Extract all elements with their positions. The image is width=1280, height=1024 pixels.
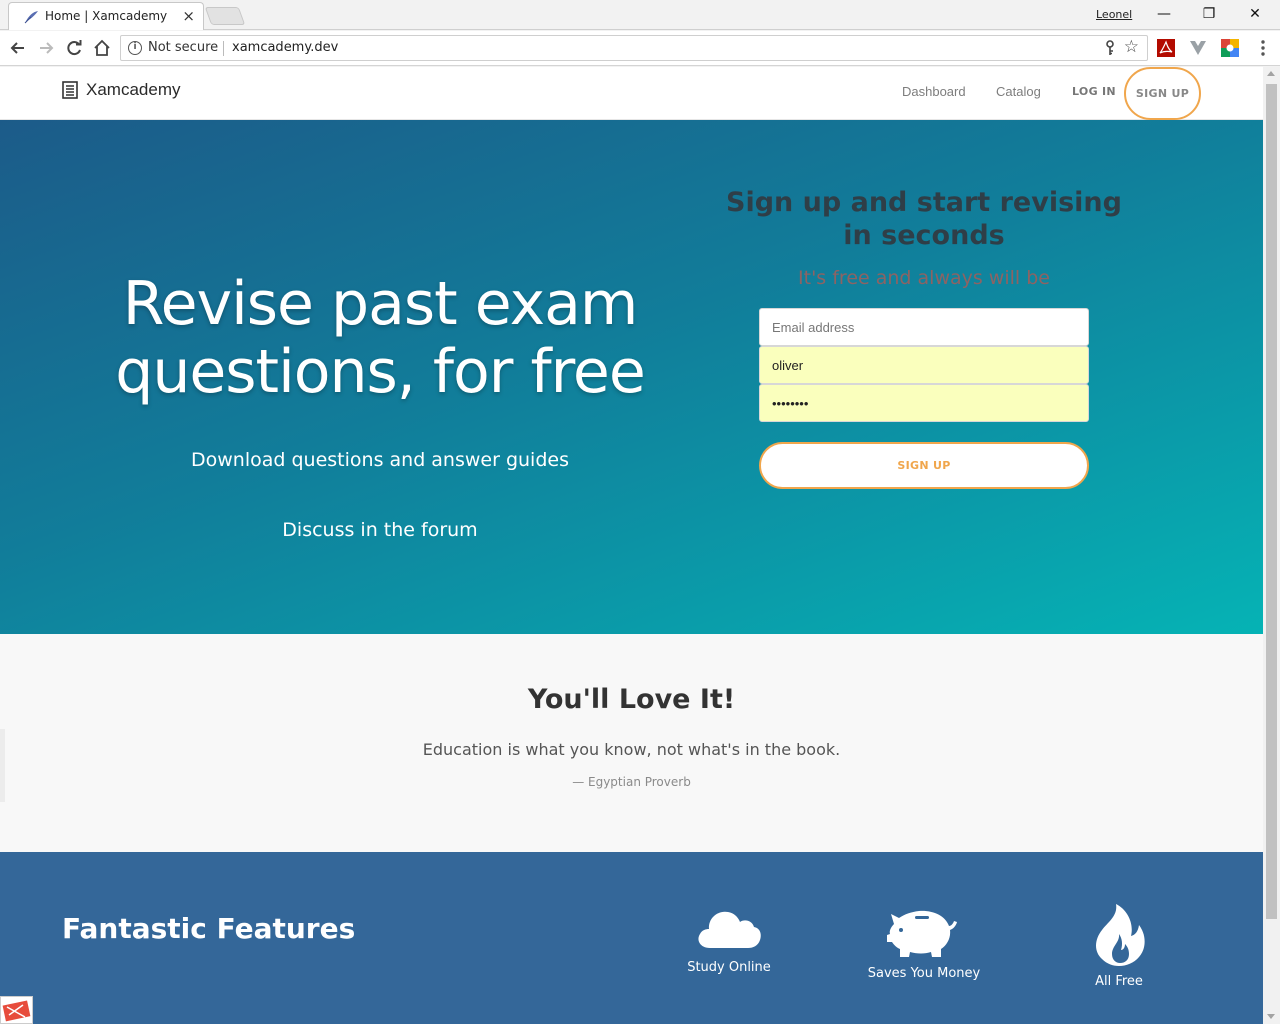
new-tab-button[interactable] [204, 7, 246, 25]
browser-menu-icon[interactable] [1256, 38, 1270, 58]
vue-devtools-extension-icon[interactable] [1189, 39, 1207, 57]
book-list-icon [62, 81, 78, 99]
email-field[interactable] [759, 308, 1089, 346]
username-field[interactable] [759, 346, 1089, 384]
site-navbar: Xamcademy Dashboard Catalog LOG IN SIGN … [0, 67, 1263, 120]
hero-title: Revise past exam questions, for free [115, 269, 646, 407]
nav-catalog-link[interactable]: Catalog [996, 84, 1041, 99]
chrome-extension-icon[interactable] [1221, 39, 1239, 57]
laravel-badge-icon [2, 1000, 31, 1022]
signup-title: Sign up and start revising in seconds [726, 187, 1122, 251]
hero-feature-download: Download questions and answer guides [191, 449, 569, 471]
piggy-bank-icon [887, 910, 957, 957]
feather-favicon-icon [24, 11, 38, 24]
scroll-down-arrow-icon[interactable] [1267, 1014, 1275, 1019]
reload-icon[interactable] [63, 37, 85, 59]
acrobat-extension-icon[interactable] [1157, 39, 1175, 57]
nav-dashboard-link[interactable]: Dashboard [902, 84, 966, 99]
bookmark-star-icon[interactable]: ☆ [1124, 37, 1139, 57]
brand-link[interactable]: Xamcademy [62, 80, 180, 100]
testimonial-section: You'll Love It! Education is what you kn… [0, 634, 1263, 852]
form-signup-button[interactable]: SIGN UP [759, 442, 1089, 489]
forward-arrow-icon[interactable] [35, 37, 57, 59]
browser-toolbar: i Not secure xamcademy.dev ☆ [0, 31, 1280, 66]
features-title: Fantastic Features [62, 912, 356, 945]
scroll-up-arrow-icon[interactable] [1267, 71, 1275, 76]
page-viewport: Xamcademy Dashboard Catalog LOG IN SIGN … [0, 67, 1263, 1024]
quote-text: Education is what you know, not what's i… [422, 740, 841, 759]
brand-name: Xamcademy [86, 80, 181, 99]
feature-study-online: Study Online [649, 904, 809, 975]
corner-extension-badge[interactable] [0, 996, 33, 1024]
browser-tab[interactable]: Home | Xamcademy × [8, 2, 204, 30]
quote-title: You'll Love It! [527, 684, 736, 715]
hero-feature-forum: Discuss in the forum [282, 519, 478, 541]
back-arrow-icon[interactable] [7, 37, 29, 59]
fire-icon [1096, 904, 1145, 966]
page-scrollbar[interactable] [1263, 67, 1280, 1024]
minimize-button[interactable]: — [1146, 3, 1182, 25]
signup-subtitle: It's free and always will be [798, 267, 1050, 289]
feature-label: Saves You Money [867, 966, 981, 981]
browser-tabstrip: Home | Xamcademy × Leonel — ❐ ✕ [0, 0, 1280, 30]
profile-name[interactable]: Leonel [1096, 8, 1132, 21]
features-section: Fantastic Features Study Online Saves Yo… [0, 852, 1263, 1024]
home-icon[interactable] [91, 37, 113, 59]
nav-signup-button[interactable]: SIGN UP [1124, 67, 1201, 120]
password-field[interactable] [759, 384, 1089, 422]
key-icon[interactable] [1105, 40, 1115, 56]
scroll-thumb[interactable] [1266, 84, 1277, 919]
address-separator [223, 41, 224, 56]
feature-label: All Free [1095, 974, 1143, 989]
nav-login-link[interactable]: LOG IN [1072, 85, 1116, 98]
info-icon[interactable]: i [128, 41, 142, 55]
tab-close-icon[interactable]: × [182, 7, 195, 25]
close-window-button[interactable]: ✕ [1237, 3, 1273, 25]
security-label[interactable]: Not secure [148, 40, 218, 55]
feature-label: Study Online [687, 960, 771, 975]
restore-button[interactable]: ❐ [1191, 3, 1227, 25]
address-bar[interactable]: i Not secure xamcademy.dev ☆ [120, 35, 1148, 61]
tab-title: Home | Xamcademy [45, 9, 168, 23]
hero-section: Revise past exam questions, for free Dow… [0, 120, 1263, 634]
feature-all-free: All Free [1039, 904, 1199, 989]
cloud-icon [698, 911, 761, 948]
quote-source: — Egyptian Proverb [572, 775, 691, 789]
url-text[interactable]: xamcademy.dev [232, 40, 338, 55]
feature-saves-money: Saves You Money [844, 904, 1004, 981]
